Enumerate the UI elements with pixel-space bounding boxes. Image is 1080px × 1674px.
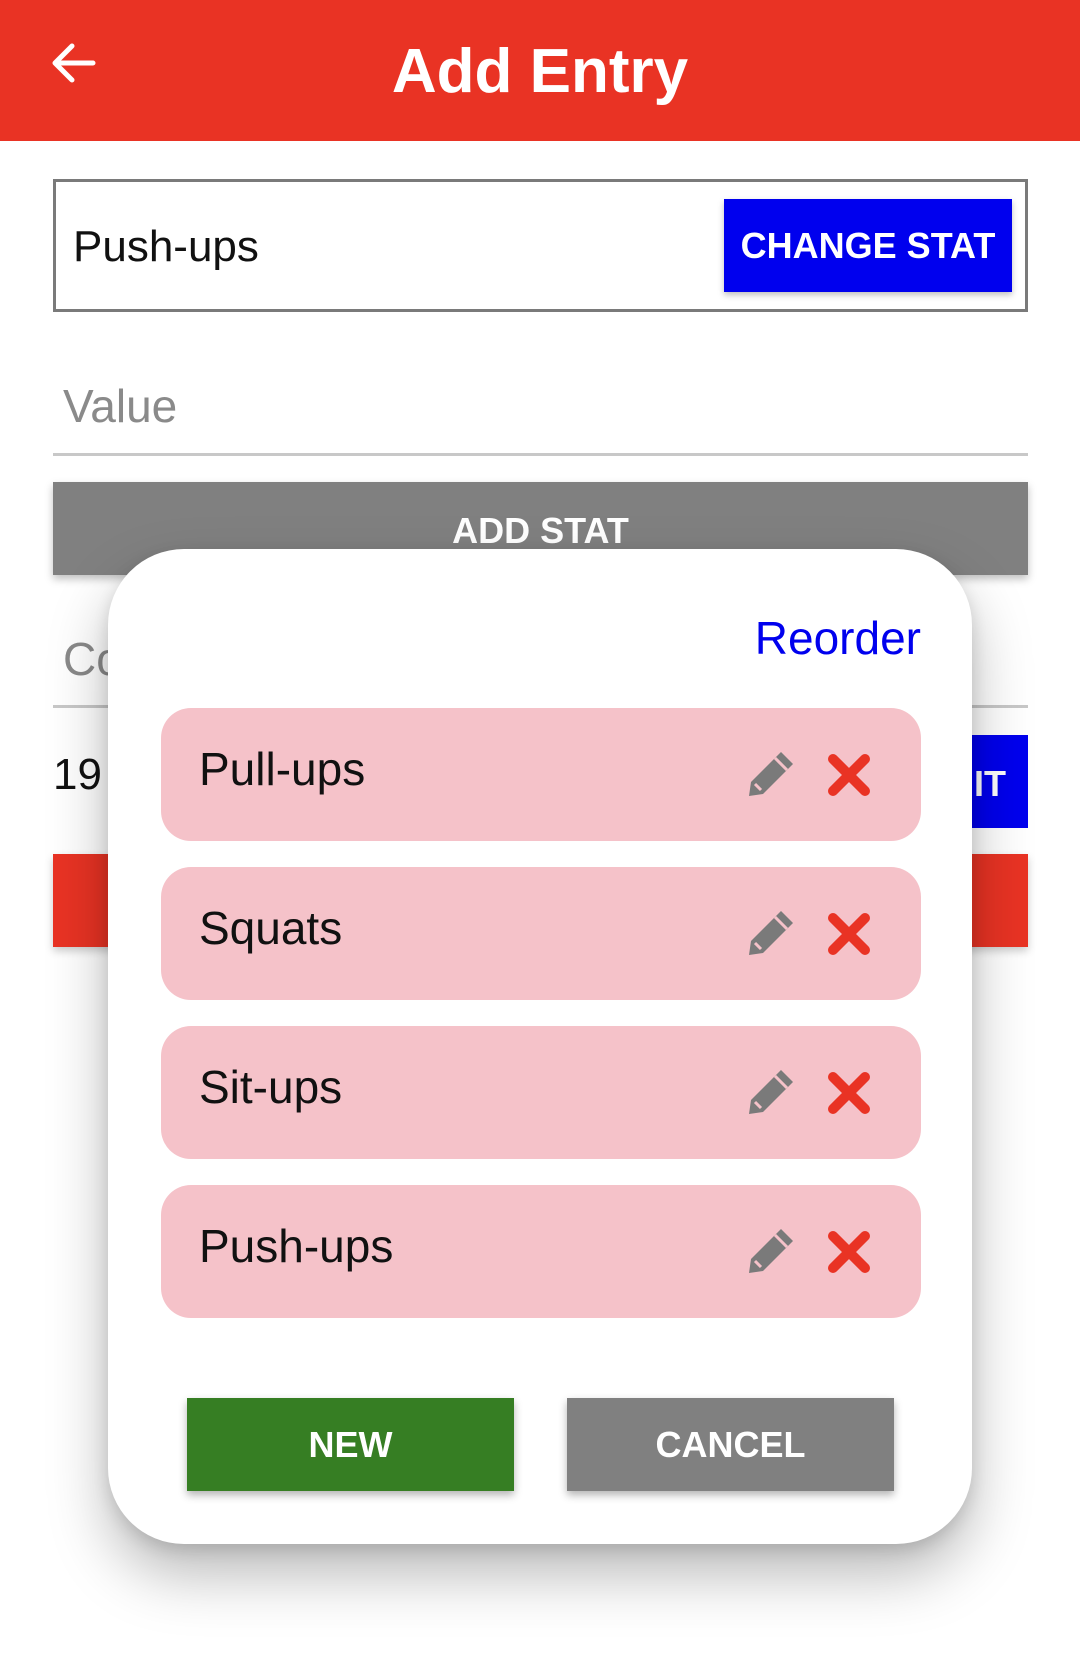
stat-item-label: Pull-ups (199, 743, 366, 795)
stat-picker-dialog: Reorder Pull-ups Squats Sit-ups Push-ups… (108, 549, 972, 1544)
page-title: Add Entry (391, 37, 689, 106)
close-icon[interactable] (826, 1070, 872, 1116)
reorder-link[interactable]: Reorder (755, 611, 921, 665)
date-text: 19 (53, 750, 102, 799)
new-stat-button[interactable]: NEW (187, 1398, 514, 1491)
value-placeholder: Value (63, 380, 178, 432)
change-stat-button[interactable]: CHANGE STAT (724, 199, 1012, 292)
stat-item-label: Sit-ups (199, 1061, 343, 1113)
close-icon[interactable] (826, 1229, 872, 1275)
selected-stat-name: Push-ups (73, 222, 259, 271)
app-bar: Add Entry (0, 0, 1080, 141)
app-root: Add Entry Push-ups CHANGE STAT Value ADD… (0, 0, 1080, 1674)
stat-list-item[interactable]: Pull-ups (161, 708, 921, 841)
stat-item-label: Push-ups (199, 1220, 394, 1272)
stat-item-label: Squats (199, 902, 343, 954)
pencil-icon[interactable] (743, 1064, 799, 1120)
stat-list-item[interactable]: Squats (161, 867, 921, 1000)
close-icon[interactable] (826, 752, 872, 798)
add-stat-label: ADD STAT (452, 510, 629, 551)
pencil-icon[interactable] (743, 746, 799, 802)
stat-list: Pull-ups Squats Sit-ups Push-ups (161, 708, 921, 1344)
cancel-button[interactable]: CANCEL (567, 1398, 894, 1491)
edit-date-label: IT (974, 763, 1006, 804)
stat-list-item[interactable]: Push-ups (161, 1185, 921, 1318)
pencil-icon[interactable] (743, 905, 799, 961)
pencil-icon[interactable] (743, 1223, 799, 1279)
selected-stat-box: Push-ups CHANGE STAT (53, 179, 1028, 312)
close-icon[interactable] (826, 911, 872, 957)
stat-list-item[interactable]: Sit-ups (161, 1026, 921, 1159)
value-input[interactable]: Value (53, 360, 1028, 456)
